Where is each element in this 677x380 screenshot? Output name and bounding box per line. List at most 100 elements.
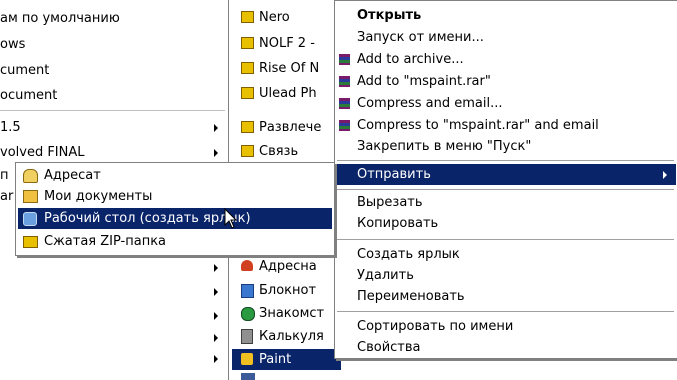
menu-item-delete[interactable]: Удалить xyxy=(335,265,677,286)
left-item-label: ar xyxy=(0,189,14,204)
sendto-item-my-documents[interactable]: Мои документы xyxy=(16,186,334,207)
paint-icon xyxy=(241,353,253,365)
winrar-icon xyxy=(339,98,350,109)
left-item-label: ocument xyxy=(0,88,58,103)
sendto-item-desktop-shortcut[interactable]: Рабочий стол (создать ярлык) xyxy=(18,208,332,229)
left-item-label: volved FINAL xyxy=(0,145,85,160)
menu-item-open[interactable]: Открыть xyxy=(335,5,677,26)
sendto-item-label: Сжатая ZIP-папка xyxy=(44,234,167,249)
winrar-icon xyxy=(339,54,350,65)
program-item-paint[interactable]: Paint xyxy=(232,349,341,370)
submenu-arrow-icon xyxy=(214,124,218,132)
program-group-item[interactable]: NOLF 2 - xyxy=(241,33,341,54)
program-item-label: Paint xyxy=(259,352,292,367)
submenu-arrow-icon xyxy=(214,264,218,272)
menu-item-label: Вырезать xyxy=(357,195,423,210)
program-item[interactable]: Калькуля xyxy=(241,326,341,347)
menu-item-label: Переименовать xyxy=(357,289,465,304)
program-group-icon xyxy=(241,62,254,74)
left-item-label: ам по умолчанию xyxy=(0,11,120,26)
program-group-item[interactable]: Ulead Ph xyxy=(241,83,341,104)
menu-item-label: Закрепить в меню "Пуск" xyxy=(357,139,532,154)
program-item[interactable]: Блокнот xyxy=(241,280,341,301)
submenu-arrow-icon xyxy=(214,355,218,363)
menu-item-create-shortcut[interactable]: Создать ярлык xyxy=(335,244,677,265)
left-item-label: ows xyxy=(0,37,26,52)
tour-icon xyxy=(241,307,255,321)
program-item[interactable]: Знакомст xyxy=(241,303,341,324)
menu-item-add-to-archive[interactable]: Add to archive... xyxy=(335,49,677,70)
menu-item-label: Compress to "mspaint.rar" and email xyxy=(357,118,599,133)
sendto-item-mail-recipient[interactable]: Адресат xyxy=(16,165,334,186)
menu-item-run-as[interactable]: Запуск от имени... xyxy=(335,27,677,48)
menu-item-label: Копировать xyxy=(357,216,439,231)
left-divider xyxy=(0,110,225,111)
left-item-label: cument xyxy=(0,63,50,78)
winrar-icon xyxy=(339,120,350,131)
notepad-icon xyxy=(241,284,254,298)
submenu-arrow-icon xyxy=(214,288,218,296)
program-group-item[interactable]: Rise Of N xyxy=(241,58,341,79)
menu-separator xyxy=(337,189,674,190)
submenu-arrow-icon xyxy=(214,312,218,320)
program-item-label: Блокнот xyxy=(259,283,317,298)
menu-item-label: Открыть xyxy=(357,8,422,23)
left-item[interactable]: ам по умолчанию xyxy=(0,8,220,29)
menu-separator xyxy=(337,311,674,312)
address-book-icon xyxy=(241,260,253,271)
program-item[interactable]: Адресна xyxy=(241,256,341,277)
left-item[interactable]: 1.5 xyxy=(0,117,225,138)
menu-item-pin-start[interactable]: Закрепить в меню "Пуск" xyxy=(335,136,677,157)
menu-item-send-to[interactable]: Отправить xyxy=(337,164,676,185)
program-group-icon xyxy=(241,121,254,133)
desktop-icon xyxy=(23,212,37,226)
left-item-label: п xyxy=(0,168,9,183)
menu-item-copy[interactable]: Копировать xyxy=(335,213,677,234)
program-group-item[interactable]: Nero xyxy=(241,7,341,28)
program-group-item[interactable]: Связь xyxy=(241,141,341,162)
my-documents-icon xyxy=(23,190,38,203)
menu-item-label: Сортировать по имени xyxy=(357,319,514,334)
program-group-icon xyxy=(241,11,254,23)
menu-item-sort-by-name[interactable]: Сортировать по имени xyxy=(335,316,677,337)
program-group-icon xyxy=(241,145,254,157)
zip-folder-icon xyxy=(23,236,38,248)
sendto-item-label: Адресат xyxy=(44,168,101,183)
context-menu: Открыть Запуск от имени... Add to archiv… xyxy=(334,0,677,359)
sendto-item-label: Мои документы xyxy=(44,189,153,204)
program-item-label: Ulead Ph xyxy=(259,86,317,101)
program-item-label: NOLF 2 - xyxy=(259,36,315,51)
menu-item-label: Add to archive... xyxy=(357,52,464,67)
left-item[interactable]: ows xyxy=(0,34,220,55)
left-item[interactable]: volved FINAL xyxy=(0,142,225,163)
menu-item-compress-email[interactable]: Compress and email... xyxy=(335,93,677,114)
menu-item-label: Add to "mspaint.rar" xyxy=(357,74,491,89)
menu-separator xyxy=(337,239,674,240)
menu-item-label: Создать ярлык xyxy=(357,247,460,262)
menu-item-compress-rar-email[interactable]: Compress to "mspaint.rar" and email xyxy=(335,115,677,136)
menu-item-label: Отправить xyxy=(357,167,431,182)
program-item-label: Адресна xyxy=(259,259,317,274)
left-item[interactable]: cument xyxy=(0,60,220,81)
menu-item-label: Свойства xyxy=(357,340,421,355)
program-group-icon xyxy=(241,87,254,99)
menu-item-cut[interactable]: Вырезать xyxy=(335,192,677,213)
winrar-icon xyxy=(339,76,350,87)
program-item-label: Связь xyxy=(259,144,299,159)
left-item-label: 1.5 xyxy=(0,120,21,135)
submenu-arrow-icon xyxy=(214,149,218,157)
program-item-partial xyxy=(241,373,255,380)
program-item-label: Калькуля xyxy=(259,329,324,344)
submenu-arrow-icon xyxy=(214,334,218,342)
sendto-item-zip-folder[interactable]: Сжатая ZIP-папка xyxy=(16,231,334,252)
menu-item-add-to-rar[interactable]: Add to "mspaint.rar" xyxy=(335,71,677,92)
menu-item-label: Compress and email... xyxy=(357,96,503,111)
left-item[interactable]: ocument xyxy=(0,85,220,106)
menu-item-properties[interactable]: Свойства xyxy=(335,337,677,358)
program-item-label: Rise Of N xyxy=(259,61,320,76)
sendto-item-label: Рабочий стол (создать ярлык) xyxy=(44,211,251,226)
program-group-item[interactable]: Развлече xyxy=(241,117,341,138)
menu-item-label: Удалить xyxy=(357,268,414,283)
menu-item-rename[interactable]: Переименовать xyxy=(335,286,677,307)
program-item-label: Знакомст xyxy=(259,306,325,321)
